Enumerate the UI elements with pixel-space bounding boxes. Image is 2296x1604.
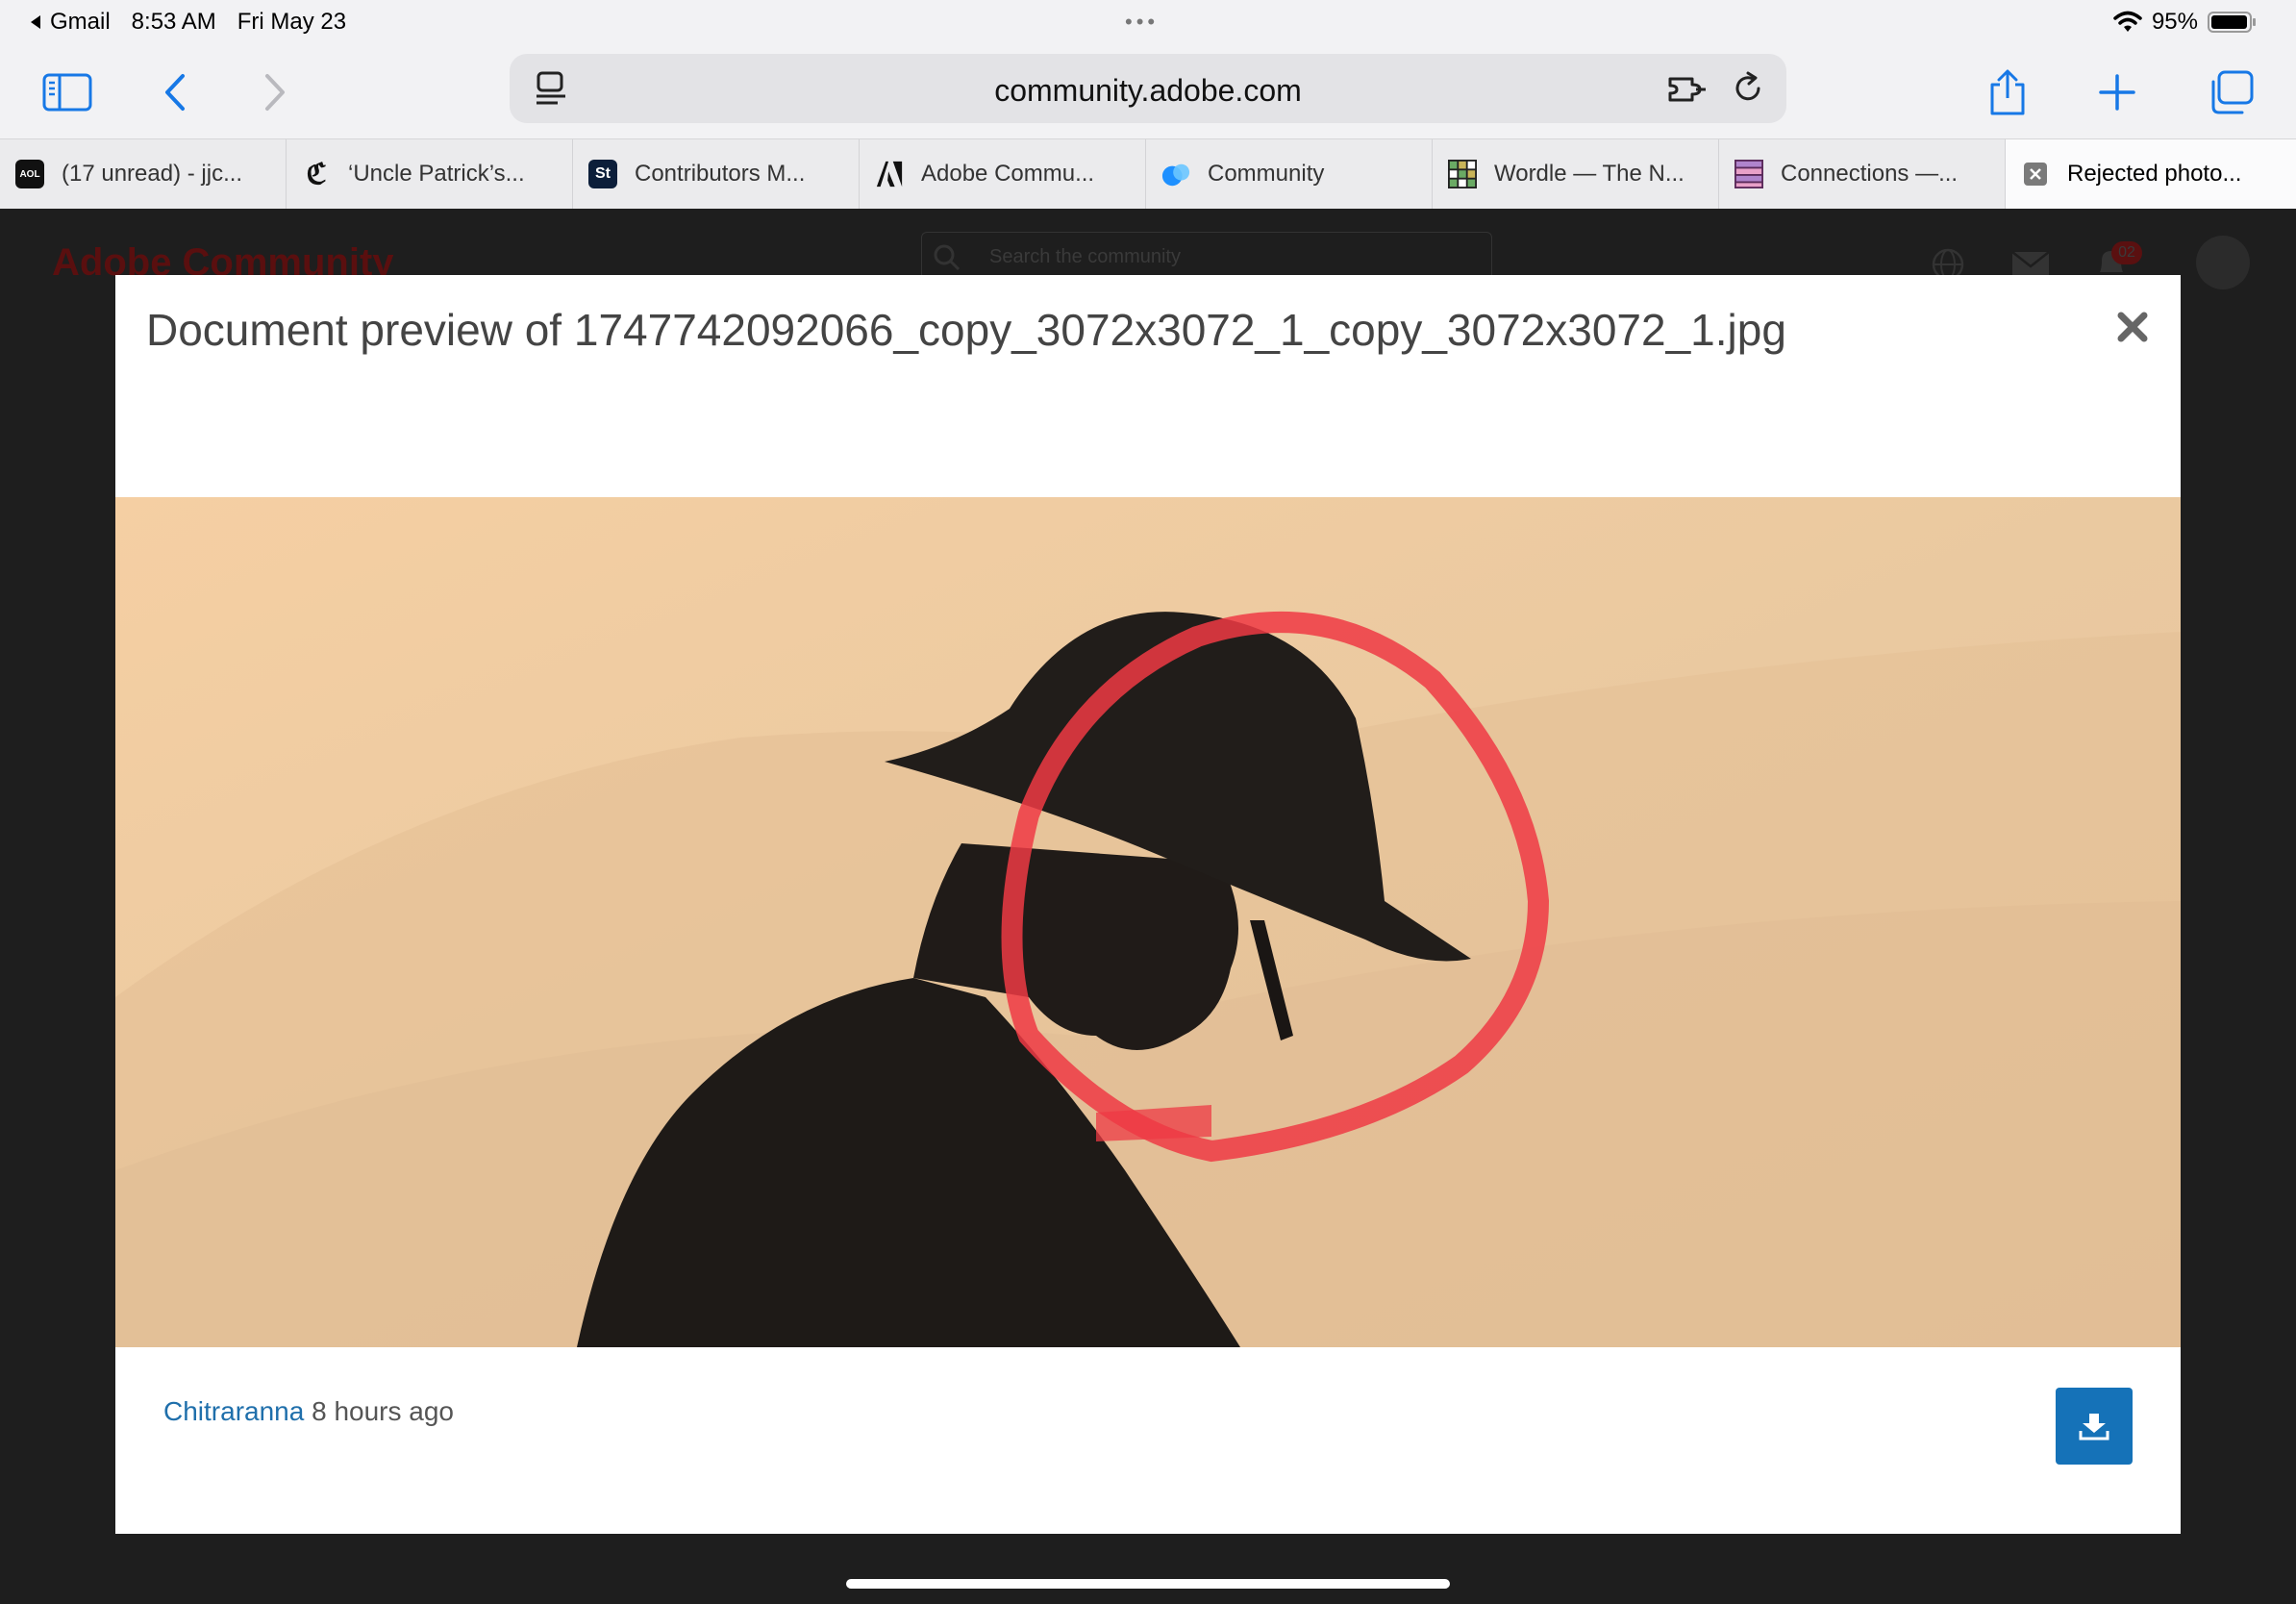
dialog-title: Document preview of 1747742092066_copy_3… [146,305,1786,355]
community-search-input[interactable]: Search the community [921,232,1492,280]
download-button[interactable] [2056,1388,2133,1465]
tab-overview-button[interactable] [2202,63,2259,121]
back-triangle-icon [31,15,40,29]
connections-icon [1734,160,1763,188]
download-icon [2079,1414,2109,1441]
status-bar: Gmail 8:53 AM Fri May 23 ••• 95% [0,0,2296,46]
back-to-app-link[interactable]: Gmail [29,9,111,36]
share-icon [1990,69,2025,115]
home-indicator[interactable] [846,1579,1450,1589]
aol-icon: AOL [15,160,44,188]
back-app-label: Gmail [50,9,111,35]
new-tab-button[interactable] [2088,63,2146,121]
tab-label: Rejected photo... [2067,161,2242,187]
plus-icon [2099,74,2135,111]
multitasking-dots-icon[interactable]: ••• [1125,10,1159,35]
notification-count-badge: 02 [2111,241,2142,264]
url-text: community.adobe.com [994,73,1302,108]
tab-adobe-community[interactable]: Adobe Commu... [860,139,1146,209]
browser-toolbar: community.adobe.com [0,46,2296,138]
nyt-icon: ℭ [306,157,327,191]
close-icon[interactable] [2021,160,2050,188]
adobe-stock-icon: St [588,160,617,188]
tab-aol[interactable]: AOL (17 unread) - jjc... [0,139,287,209]
adobe-icon [875,160,904,188]
reload-icon[interactable] [1731,71,1765,106]
tab-nyt[interactable]: ℭ ‘Uncle Patrick’s... [287,139,573,209]
wifi-icon [2113,11,2142,32]
battery-icon [2208,12,2256,33]
soldier-silhouette-photo [115,497,2181,1347]
community-icon [1161,160,1190,188]
posted-time: 8 hours ago [312,1396,454,1426]
tab-label: Adobe Commu... [921,161,1095,187]
avatar[interactable] [2196,236,2250,289]
tab-bar: AOL (17 unread) - jjc... ℭ ‘Uncle Patric… [0,138,2296,210]
author-link[interactable]: Chitraranna [163,1396,304,1426]
back-button[interactable] [146,63,204,121]
document-preview-dialog: Document preview of 1747742092066_copy_3… [115,275,2181,1534]
chevron-left-icon [165,74,185,111]
close-dialog-button[interactable] [2113,308,2152,346]
forward-button[interactable] [246,63,304,121]
tab-community[interactable]: Community [1146,139,1433,209]
tab-contributors[interactable]: St Contributors M... [573,139,860,209]
extension-icon[interactable] [1667,73,1708,106]
tab-connections[interactable]: Connections —... [1719,139,2006,209]
tab-label: Wordle — The N... [1494,161,1685,187]
tab-wordle[interactable]: Wordle — The N... [1433,139,1719,209]
tab-rejected-photo[interactable]: Rejected photo... [2006,139,2296,209]
tab-label: Community [1208,161,1325,187]
sidebar-icon [42,73,92,112]
preview-meta: Chitraranna 8 hours ago [163,1396,454,1427]
chevron-right-icon [265,74,285,111]
wordle-icon [1448,160,1477,188]
image-preview [115,497,2181,1347]
address-bar[interactable]: community.adobe.com [510,54,1786,123]
status-date: Fri May 23 [237,9,347,35]
battery-percent: 95% [2151,9,2198,35]
share-button[interactable] [1979,63,2036,121]
tabs-icon [2211,70,2254,114]
status-time: 8:53 AM [131,9,216,35]
tab-label: ‘Uncle Patrick’s... [348,161,525,187]
tab-label: Contributors M... [635,161,806,187]
search-icon [934,244,961,271]
tab-label: Connections —... [1781,161,1959,187]
sidebar-toggle-button[interactable] [38,63,96,121]
tab-label: (17 unread) - jjc... [62,161,243,187]
